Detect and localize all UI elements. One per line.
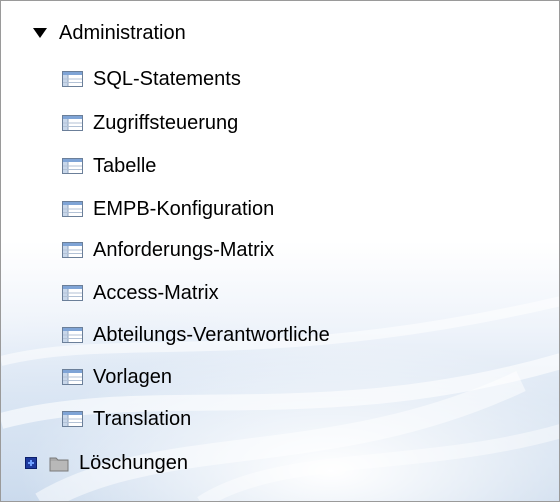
tree-item-sql-statements[interactable]: SQL-Statements (62, 59, 241, 99)
table-icon (62, 242, 83, 258)
tree-item-label: Zugriffsteuerung (93, 111, 239, 134)
tree-item-zugriffsteuerung[interactable]: Zugriffsteuerung (62, 103, 238, 143)
tree-item-vorlagen[interactable]: Vorlagen (62, 357, 172, 397)
table-icon (62, 411, 83, 427)
tree-item-label: EMPB-Konfiguration (93, 197, 275, 220)
table-icon (62, 369, 83, 385)
tree-node-loeschungen[interactable]: Löschungen (25, 443, 188, 483)
tree-item-tabelle[interactable]: Tabelle (62, 146, 156, 186)
tree-item-label: Abteilungs-Verantwortliche (93, 323, 330, 346)
tree-node-loeschungen-label: Löschungen (79, 451, 188, 474)
tree-node-administration[interactable]: Administration (33, 13, 186, 53)
tree-item-empb-konfiguration[interactable]: EMPB-Konfiguration (62, 189, 274, 229)
navigation-tree-panel: Administration SQL-Statements Zugriffste… (0, 0, 560, 502)
table-icon (62, 201, 83, 217)
plus-expander-icon[interactable] (25, 457, 37, 469)
table-icon (62, 285, 83, 301)
tree-item-label: Translation (93, 407, 192, 430)
table-icon (62, 158, 83, 174)
tree-item-abteilungs-verantwortliche[interactable]: Abteilungs-Verantwortliche (62, 315, 330, 355)
tree-item-access-matrix[interactable]: Access-Matrix (62, 273, 219, 313)
tree-item-label: SQL-Statements (93, 67, 241, 90)
table-icon (62, 115, 83, 131)
folder-icon (49, 457, 69, 471)
tree-item-label: Access-Matrix (93, 281, 219, 304)
triangle-down-icon[interactable] (33, 28, 47, 38)
tree-item-label: Anforderungs-Matrix (93, 238, 275, 261)
tree-node-administration-label: Administration (59, 21, 186, 44)
tree-item-label: Vorlagen (93, 365, 172, 388)
table-icon (62, 71, 83, 87)
tree-item-anforderungs-matrix[interactable]: Anforderungs-Matrix (62, 230, 274, 270)
tree-item-label: Tabelle (93, 154, 157, 177)
tree-item-translation[interactable]: Translation (62, 399, 191, 439)
table-icon (62, 327, 83, 343)
